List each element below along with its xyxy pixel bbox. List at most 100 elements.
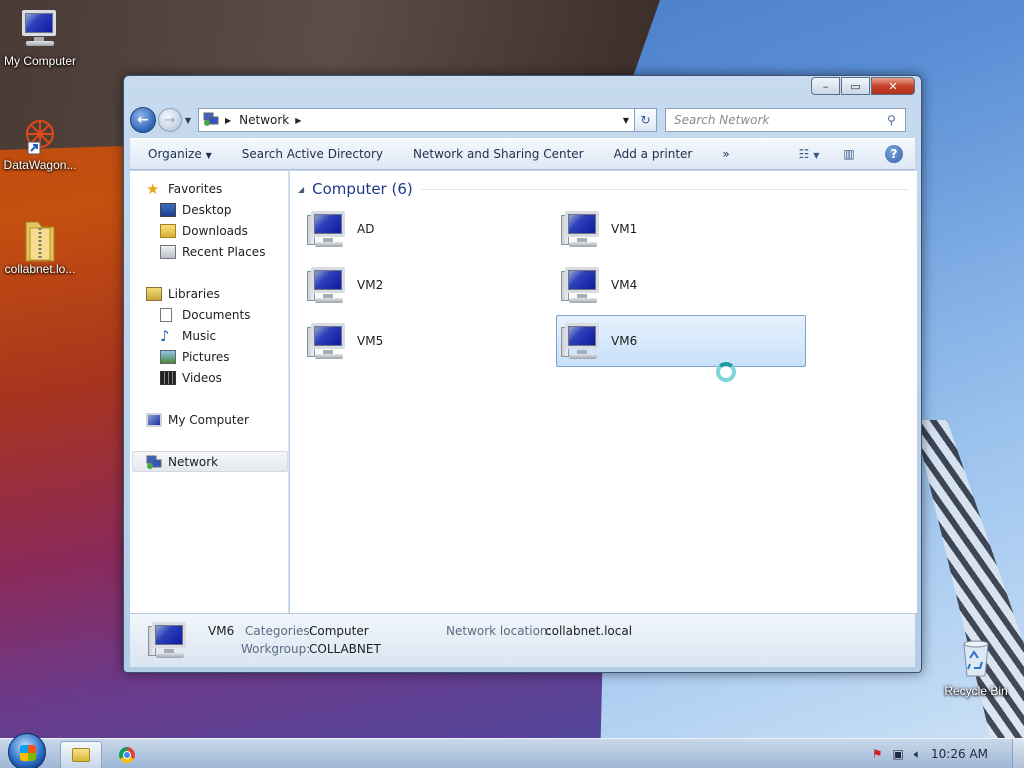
network-tray-icon[interactable]: ▣ (892, 747, 903, 761)
arrow-left-icon: ← (137, 112, 149, 128)
nav-videos[interactable]: Videos (160, 368, 222, 388)
refresh-button[interactable]: ↻ (635, 108, 657, 132)
nav-desktop[interactable]: Desktop (160, 200, 232, 220)
show-desktop-button[interactable] (1012, 739, 1024, 768)
content-pane: ◢ Computer (6) AD VM1 VM2 VM4 VM5 VM6 (290, 171, 917, 613)
nav-recent-places[interactable]: Recent Places (160, 242, 265, 262)
pictures-icon (160, 350, 176, 364)
start-button[interactable] (8, 733, 46, 768)
group-header-computer[interactable]: ◢ Computer (6) (298, 177, 909, 201)
music-icon: ♪ (160, 327, 170, 345)
nav-music[interactable]: ♪ Music (160, 326, 216, 346)
close-button[interactable]: ✕ (871, 77, 915, 95)
star-icon: ★ (146, 180, 160, 198)
computer-name: VM4 (611, 278, 638, 292)
preview-pane-icon: ▥ (843, 147, 855, 161)
computer-icon (307, 265, 351, 305)
desktop-icon-recycle-bin[interactable]: Recycle Bin (936, 638, 1016, 698)
view-icon: ☷ (798, 147, 810, 161)
nav-documents[interactable]: Documents (160, 305, 250, 325)
caption-buttons: – ▭ ✕ (810, 77, 915, 95)
address-dropdown-icon[interactable]: ▼ (618, 116, 634, 125)
search-box[interactable]: Search Network ⚲ (665, 108, 906, 132)
network-sharing-center-button[interactable]: Network and Sharing Center (398, 147, 599, 161)
search-input[interactable]: Search Network (674, 113, 887, 127)
network-icon (146, 455, 162, 469)
breadcrumb-chevron-icon[interactable]: ▶ (295, 116, 301, 125)
nav-downloads[interactable]: Downloads (160, 221, 248, 241)
computer-item-vm5[interactable]: VM5 (302, 315, 552, 367)
navigation-bar: ← → ▼ ▶ Network ▶ ▼ ↻ Search Network ⚲ (130, 106, 915, 134)
preview-pane-button[interactable]: ▥ (829, 147, 869, 161)
chevron-down-icon: ▼ (205, 151, 212, 160)
zip-folder-icon (18, 216, 62, 262)
taskbar-chrome-button[interactable] (106, 741, 148, 768)
nav-network[interactable]: Network (146, 452, 218, 472)
computer-name: VM6 (611, 334, 638, 348)
nav-favorites[interactable]: ★ Favorites (146, 179, 222, 199)
back-button[interactable]: ← (130, 107, 156, 133)
desktop-icon-datawagon[interactable]: DataWagon... (0, 112, 80, 172)
computer-icon (146, 413, 162, 427)
change-view-button[interactable]: ☷ ▼ (789, 147, 829, 161)
computer-item-vm2[interactable]: VM2 (302, 259, 552, 311)
busy-cursor-icon (716, 362, 736, 382)
desktop-icon-label: collabnet.lo... (4, 262, 76, 276)
chrome-icon (119, 747, 135, 763)
explorer-window: – ▭ ✕ ← → ▼ ▶ Network ▶ ▼ ↻ Search Netwo… (123, 75, 922, 673)
computer-icon (561, 321, 605, 361)
computer-item-vm6[interactable]: VM6 (556, 315, 806, 367)
breadcrumb-network[interactable]: Network (239, 113, 289, 127)
computer-name: VM2 (357, 278, 384, 292)
search-icon[interactable]: ⚲ (887, 113, 905, 127)
breadcrumb-chevron-icon[interactable]: ▶ (225, 116, 231, 125)
clock[interactable]: 10:26 AM (931, 747, 988, 761)
restore-button[interactable]: ▭ (841, 77, 870, 95)
computer-item-vm4[interactable]: VM4 (556, 259, 806, 311)
computer-name: VM5 (357, 334, 384, 348)
details-workgroup-value: COLLABNET (309, 642, 381, 656)
recycle-bin-icon (954, 638, 998, 682)
search-active-directory-button[interactable]: Search Active Directory (227, 147, 398, 161)
forward-button[interactable]: → (158, 108, 182, 132)
help-button[interactable]: ? (885, 145, 903, 163)
details-categories-value: Computer (309, 624, 369, 638)
recent-places-icon (160, 245, 176, 259)
details-location-value: collabnet.local (545, 624, 633, 638)
computer-icon (561, 209, 605, 249)
minimize-button[interactable]: – (811, 77, 840, 95)
group-title: Computer (6) (312, 180, 413, 198)
computer-icon (148, 620, 192, 660)
more-commands-button[interactable]: » (707, 147, 744, 161)
nav-pictures[interactable]: Pictures (160, 347, 230, 367)
desktop-icon-label: Recycle Bin (944, 684, 1008, 698)
add-printer-button[interactable]: Add a printer (599, 147, 708, 161)
computer-item-ad[interactable]: AD (302, 203, 552, 255)
nav-my-computer[interactable]: My Computer (146, 410, 249, 430)
organize-menu[interactable]: Organize ▼ (130, 147, 227, 161)
videos-icon (160, 371, 176, 385)
libraries-icon (146, 287, 162, 301)
address-bar[interactable]: ▶ Network ▶ ▼ (198, 108, 635, 132)
datawagon-icon (18, 112, 62, 156)
computer-icon (561, 265, 605, 305)
details-workgroup-label: Workgroup: (241, 642, 311, 656)
details-pane: VM6 Categories: Computer Workgroup: COLL… (130, 613, 915, 667)
volume-icon[interactable]: 🔈︎ (914, 747, 921, 762)
computer-item-vm1[interactable]: VM1 (556, 203, 806, 255)
action-center-icon[interactable]: ⚑ (872, 747, 883, 761)
details-name: VM6 (208, 624, 235, 638)
desktop-icon-my-computer[interactable]: My Computer (0, 8, 80, 68)
taskbar-explorer-button[interactable] (60, 741, 102, 768)
arrow-right-icon: → (164, 112, 176, 128)
details-categories-label: Categories: (245, 624, 314, 638)
desktop-icon-collabnet[interactable]: collabnet.lo... (0, 216, 80, 276)
details-location-label: Network location: (446, 624, 552, 638)
collapse-triangle-icon[interactable]: ◢ (298, 185, 304, 194)
desktop-icon-label: My Computer (3, 54, 77, 68)
recent-pages-dropdown[interactable]: ▼ (182, 116, 194, 125)
taskbar: ⚑ ▣ 🔈︎ 10:26 AM (0, 733, 1024, 768)
nav-libraries[interactable]: Libraries (146, 284, 220, 304)
downloads-folder-icon (160, 224, 176, 238)
desktop-icon (160, 203, 176, 217)
